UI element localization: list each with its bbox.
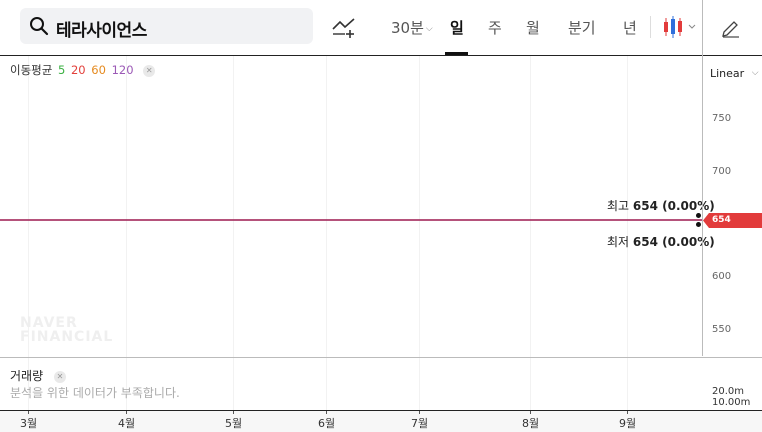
- close-icon[interactable]: ✕: [53, 371, 66, 383]
- x-tick-mark: [530, 411, 531, 414]
- scale-select[interactable]: Linear ⌵: [710, 67, 759, 80]
- tab-30min-label: 30분: [391, 19, 424, 37]
- x-tick-mark: [233, 411, 234, 414]
- watermark-line: FINANCIAL: [20, 329, 114, 345]
- volume-tick-label: 10.00m: [712, 397, 751, 408]
- add-indicator-icon[interactable]: [331, 14, 357, 40]
- y-tick-label: 750: [712, 113, 732, 124]
- candlestick-icon[interactable]: [662, 15, 700, 39]
- chart-toolbar: 테라사이언스 30분 ⌵ 일 주 월 분기 년: [0, 0, 762, 55]
- watermark-line: NAVER: [20, 315, 78, 331]
- x-tick-mark: [326, 411, 327, 414]
- tab-30min[interactable]: 30분 ⌵: [391, 17, 433, 38]
- volume-title-text: 거래량: [10, 369, 44, 383]
- x-tick-mark: [419, 411, 420, 414]
- x-tick-label: 3월: [20, 417, 38, 430]
- pane-divider[interactable]: [0, 357, 762, 358]
- x-tick-label: 5월: [225, 417, 243, 430]
- x-tick-mark: [126, 411, 127, 414]
- tab-quarter[interactable]: 분기: [568, 17, 596, 38]
- tab-year[interactable]: 년: [623, 17, 637, 38]
- low-price-caption: 최저: [607, 235, 630, 249]
- volume-tick-label: 20.0m: [712, 386, 745, 397]
- x-tick-mark: [627, 411, 628, 414]
- low-price-label: 최저 654 (0.00%): [607, 233, 715, 250]
- moving-average-legend: 이동평균 5 20 60 120 ✕: [10, 62, 157, 78]
- ma60-label: 60: [91, 63, 106, 77]
- ma-legend-label: 이동평균: [10, 63, 53, 77]
- x-tick-label: 6월: [318, 417, 336, 430]
- high-price-caption: 최고: [607, 199, 630, 213]
- stock-search-box[interactable]: 테라사이언스: [20, 8, 313, 44]
- right-axis-line: [702, 0, 703, 356]
- high-price-label: 최고 654 (0.00%): [607, 197, 715, 214]
- time-axis[interactable]: 3월 4월 5월 6월 7월 8월 9월: [0, 411, 762, 432]
- y-tick-label: 600: [712, 271, 732, 282]
- ma120-label: 120: [111, 63, 134, 77]
- close-icon[interactable]: ✕: [143, 65, 156, 77]
- volume-pane-title: 거래량 ✕: [10, 367, 66, 384]
- x-tick-mark: [28, 411, 29, 414]
- price-line: [0, 219, 702, 221]
- x-tick-label: 9월: [619, 417, 637, 430]
- volume-empty-message: 분석을 위한 데이터가 부족합니다.: [10, 386, 180, 400]
- y-tick-label: 550: [712, 324, 732, 335]
- search-input[interactable]: 테라사이언스: [56, 16, 147, 41]
- ma5-label: 5: [57, 63, 66, 77]
- price-chart-pane[interactable]: 이동평균 5 20 60 120 ✕ Linear ⌵ 750 700 650 …: [0, 56, 762, 410]
- y-tick-label: 700: [712, 166, 732, 177]
- tab-week[interactable]: 주: [488, 17, 502, 38]
- toolbar-divider: [650, 16, 651, 38]
- ma20-label: 20: [70, 63, 86, 77]
- naver-financial-watermark: NAVER FINANCIAL: [20, 316, 113, 344]
- chevron-down-icon: ⌵: [425, 24, 433, 34]
- x-tick-label: 7월: [411, 417, 429, 430]
- search-icon: [30, 17, 49, 36]
- price-marker-dot: [696, 222, 701, 227]
- x-tick-label: 4월: [118, 417, 136, 430]
- pencil-icon[interactable]: [720, 16, 742, 38]
- chevron-down-icon: ⌵: [751, 68, 759, 78]
- tab-day[interactable]: 일: [450, 17, 464, 38]
- current-price-tag: 654: [703, 213, 762, 228]
- x-tick-label: 8월: [522, 417, 540, 430]
- tab-month[interactable]: 월: [526, 17, 540, 38]
- scale-select-label: Linear: [710, 67, 745, 80]
